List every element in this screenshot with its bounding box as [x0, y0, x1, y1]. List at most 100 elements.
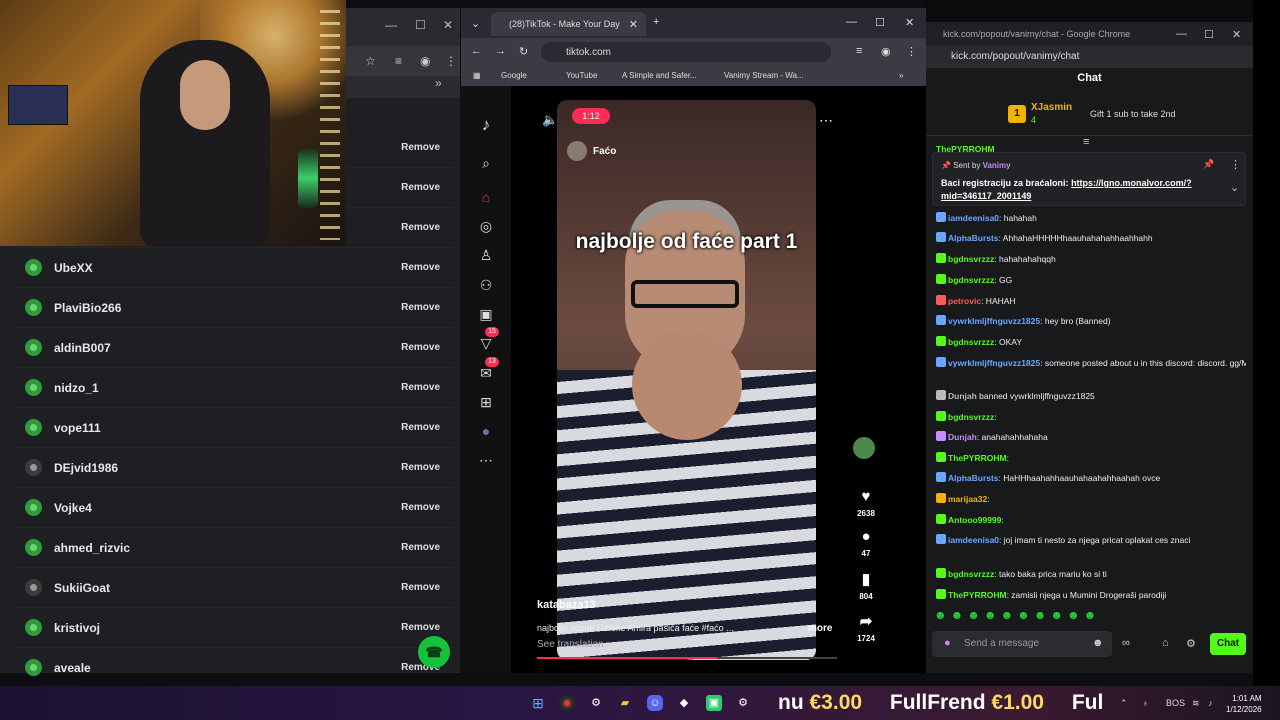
- tray-chevron-icon[interactable]: ⌃: [1120, 698, 1128, 709]
- bookmark-simple[interactable]: A Simple and Safer...: [622, 71, 697, 80]
- minimize-icon[interactable]: —: [846, 16, 857, 28]
- maximize-icon[interactable]: ☐: [415, 18, 426, 32]
- following-icon[interactable]: ♙: [477, 246, 495, 264]
- steam-icon[interactable]: ⚙: [588, 695, 604, 711]
- message-user[interactable]: Dunjah: [948, 391, 977, 401]
- new-tab-icon[interactable]: +: [653, 16, 659, 28]
- volume-icon[interactable]: ♪: [1208, 698, 1213, 708]
- folder-icon[interactable]: ▰: [617, 695, 633, 711]
- video-options-icon[interactable]: ⋯: [819, 112, 833, 129]
- more-icon[interactable]: ⋮: [1230, 158, 1241, 171]
- forward-icon[interactable]: →: [495, 45, 506, 57]
- message-user[interactable]: iamdeenisa0: [948, 535, 999, 545]
- reload-icon[interactable]: ↻: [519, 45, 528, 58]
- back-icon[interactable]: ←: [471, 45, 482, 57]
- creator-avatar[interactable]: [853, 437, 875, 459]
- chevron-right-icon[interactable]: »: [435, 76, 442, 90]
- profile-icon[interactable]: ◉: [881, 45, 891, 58]
- steam-2-icon[interactable]: ◆: [676, 695, 692, 711]
- emoji-icon[interactable]: ☻: [1092, 637, 1104, 649]
- message-user[interactable]: ThePYRROHM: [948, 590, 1007, 600]
- close-icon[interactable]: ✕: [905, 16, 914, 29]
- start-icon[interactable]: ⊞: [530, 695, 546, 711]
- remove-button[interactable]: Remove: [401, 582, 440, 593]
- volume-icon[interactable]: 🔈: [542, 112, 558, 128]
- star-icon[interactable]: ☆: [365, 54, 376, 68]
- minimize-icon[interactable]: —: [1176, 28, 1187, 40]
- remove-button[interactable]: Remove: [401, 302, 440, 313]
- remove-button[interactable]: Remove: [401, 342, 440, 353]
- remove-button[interactable]: Remove: [401, 182, 440, 193]
- filter-icon[interactable]: ≡: [1083, 136, 1089, 148]
- more-icon[interactable]: ⋮: [906, 45, 917, 58]
- discord-icon[interactable]: ☺: [647, 695, 663, 711]
- remove-button[interactable]: Remove: [401, 142, 440, 153]
- message-user[interactable]: Antooo99999: [948, 515, 1001, 525]
- remove-button[interactable]: Remove: [401, 622, 440, 633]
- store-icon[interactable]: ⌂: [1162, 637, 1169, 649]
- message-user[interactable]: Dunjah: [948, 432, 977, 442]
- maximize-icon[interactable]: ☐: [875, 16, 885, 29]
- clock[interactable]: 1:01 AM 1/12/2026: [1226, 693, 1262, 715]
- more-link[interactable]: more: [808, 623, 832, 634]
- remove-button[interactable]: Remove: [401, 222, 440, 233]
- tiktok-logo-icon[interactable]: ♪: [477, 116, 495, 134]
- message-user[interactable]: AlphaBursts: [948, 473, 999, 483]
- message-user[interactable]: petrovic: [948, 296, 981, 306]
- remove-button[interactable]: Remove: [401, 462, 440, 473]
- comment-button[interactable]: ● 47: [841, 528, 891, 558]
- message-user[interactable]: AlphaBursts: [948, 233, 999, 243]
- kick-cash-icon[interactable]: ∞: [1122, 637, 1130, 649]
- maximize-icon[interactable]: ☐: [1204, 28, 1214, 41]
- wifi-icon[interactable]: ≋: [1192, 698, 1200, 709]
- bookmark-vanimy[interactable]: Vanimy Stream - Wa...: [724, 71, 804, 80]
- search-icon[interactable]: ⌕: [477, 154, 495, 172]
- support-button[interactable]: ☎: [418, 636, 450, 668]
- bookmarks-icon[interactable]: ≡: [856, 45, 862, 57]
- explore-icon[interactable]: ◎: [477, 217, 495, 235]
- message-user[interactable]: bgdnsvrzzz: [948, 412, 994, 422]
- close-icon[interactable]: ✕: [1232, 28, 1241, 41]
- share-button[interactable]: ➦ 1724: [841, 612, 891, 643]
- close-icon[interactable]: ✕: [443, 18, 453, 32]
- remove-button[interactable]: Remove: [401, 502, 440, 513]
- see-translation-link[interactable]: See translation: [537, 639, 604, 650]
- emote-bar[interactable]: ☻☻☻☻☻☻☻☻☻☻: [934, 608, 1100, 622]
- settings-icon[interactable]: ⚙: [1186, 637, 1196, 650]
- message-user[interactable]: bgdnsvrzzz: [948, 254, 994, 264]
- bookmark-youtube[interactable]: YouTube: [566, 71, 597, 80]
- more-icon[interactable]: ⋯: [477, 451, 495, 469]
- like-button[interactable]: ♥ 2638: [841, 488, 891, 518]
- chat-input[interactable]: Send a message: [932, 631, 1112, 657]
- live-icon[interactable]: ▣: [477, 305, 495, 323]
- video-author[interactable]: katabaza13: [537, 599, 596, 611]
- settings-icon[interactable]: ⚙: [735, 695, 751, 711]
- url-field[interactable]: kick.com/popout/vanimy/chat: [926, 46, 1253, 68]
- more-icon[interactable]: ⋮: [445, 54, 457, 68]
- profile-icon[interactable]: ◉: [420, 54, 430, 68]
- remove-button[interactable]: Remove: [401, 262, 440, 273]
- profile-avatar-icon[interactable]: ●: [477, 422, 495, 440]
- remove-button[interactable]: Remove: [401, 382, 440, 393]
- remove-button[interactable]: Remove: [401, 422, 440, 433]
- bookmark-google[interactable]: Google: [501, 71, 527, 80]
- gift-user[interactable]: XJasmin: [1031, 102, 1072, 113]
- home-icon[interactable]: ⌂: [477, 188, 495, 206]
- message-user[interactable]: vywrklmljffnguvzz1825: [948, 316, 1040, 326]
- save-button[interactable]: ▮ 804: [841, 570, 891, 601]
- video-progress[interactable]: [537, 657, 837, 659]
- message-user[interactable]: bgdnsvrzzz: [948, 337, 994, 347]
- menu-icon[interactable]: ≡: [395, 54, 402, 68]
- mic-icon[interactable]: ●: [944, 637, 951, 649]
- message-user[interactable]: bgdnsvrzzz: [948, 275, 994, 285]
- pin-icon[interactable]: 📌: [1203, 159, 1214, 170]
- chevron-right-icon[interactable]: »: [899, 71, 903, 80]
- minimize-icon[interactable]: —: [385, 18, 397, 32]
- video-player[interactable]: 1:12 Faćo najbolje od faće part 1: [557, 100, 816, 660]
- apps-icon[interactable]: ▦: [473, 71, 481, 80]
- tab-tiktok[interactable]: (28)TikTok - Make Your Day ✕: [491, 12, 646, 36]
- send-chat-button[interactable]: Chat: [1210, 633, 1246, 655]
- xbox-icon[interactable]: ▣: [706, 695, 722, 711]
- message-user[interactable]: marijaa32: [948, 494, 987, 504]
- chrome-icon[interactable]: ◉: [559, 695, 575, 711]
